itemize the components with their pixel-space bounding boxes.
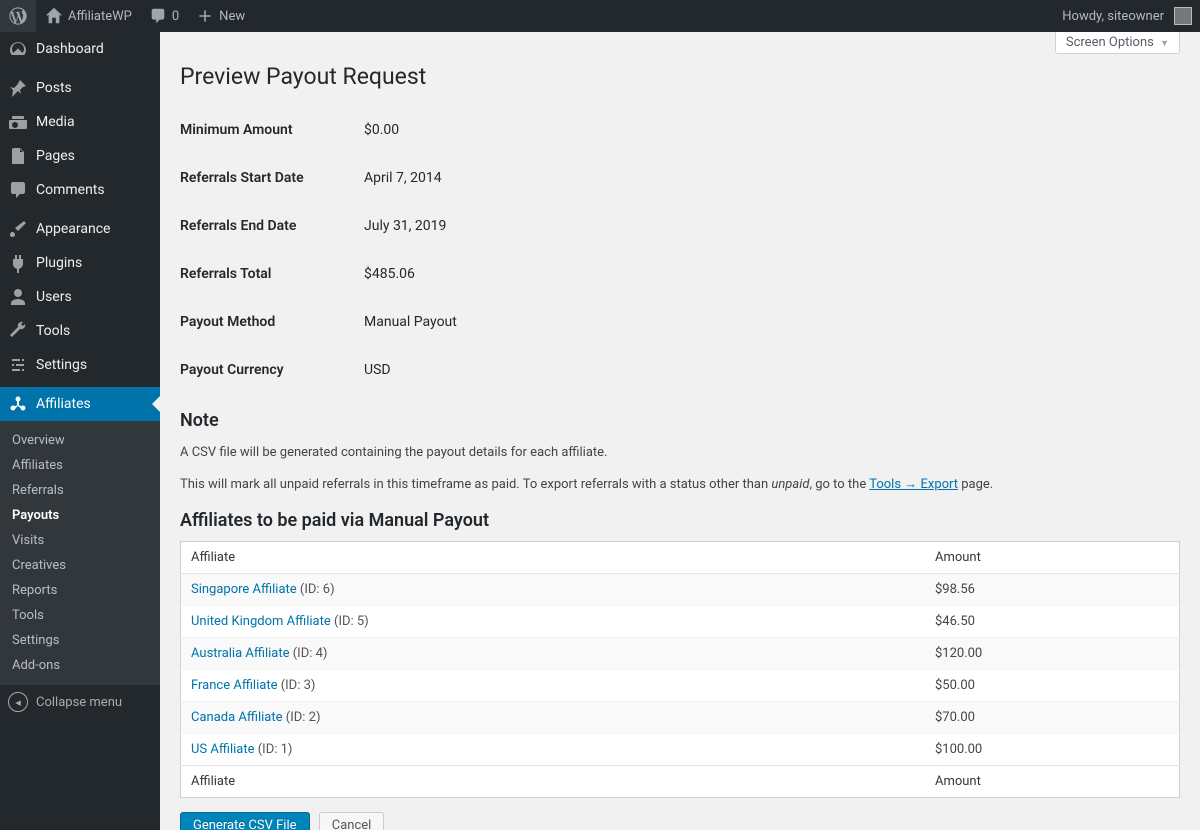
- note-line-1: A CSV file will be generated containing …: [180, 443, 1180, 463]
- screen-options-toggle[interactable]: Screen Options ▼: [1055, 32, 1180, 54]
- cancel-button[interactable]: Cancel: [319, 812, 385, 830]
- toolbar-greeting: Howdy, siteowner: [1062, 9, 1164, 24]
- wordpress-icon: [8, 6, 28, 26]
- submenu-overview[interactable]: Overview: [0, 428, 160, 453]
- avatar: [1174, 7, 1192, 25]
- wordpress-logo[interactable]: [0, 0, 36, 32]
- toolbar-comments[interactable]: 0: [140, 0, 187, 32]
- page-title: Preview Payout Request: [180, 54, 1180, 106]
- affiliate-link[interactable]: Australia Affiliate: [191, 646, 290, 661]
- menu-users[interactable]: Users: [0, 280, 160, 314]
- wrench-icon: [8, 321, 28, 341]
- detail-min-amount: Minimum Amount $0.00: [180, 122, 1180, 138]
- affiliate-link[interactable]: Canada Affiliate: [191, 710, 283, 725]
- affiliate-id: (ID: 1): [255, 742, 293, 757]
- toolbar-account[interactable]: Howdy, siteowner: [1054, 0, 1200, 32]
- menu-appearance[interactable]: Appearance: [0, 212, 160, 246]
- menu-dashboard[interactable]: Dashboard: [0, 32, 160, 66]
- home-icon: [44, 6, 64, 26]
- col-affiliate: Affiliate: [181, 542, 925, 574]
- user-icon: [8, 287, 28, 307]
- sliders-icon: [8, 355, 28, 375]
- submenu-reports[interactable]: Reports: [0, 578, 160, 603]
- collapse-menu[interactable]: ◂ Collapse menu: [0, 685, 160, 719]
- amount-cell: $50.00: [925, 670, 1180, 702]
- tools-export-link[interactable]: Tools → Export: [869, 477, 958, 492]
- submenu-addons[interactable]: Add-ons: [0, 653, 160, 678]
- affiliate-link[interactable]: France Affiliate: [191, 678, 277, 693]
- media-icon: [8, 112, 28, 132]
- plugin-icon: [8, 253, 28, 273]
- foot-amount: Amount: [925, 766, 1180, 798]
- submenu-settings[interactable]: Settings: [0, 628, 160, 653]
- table-row: France Affiliate (ID: 3) $50.00: [181, 670, 1180, 702]
- menu-comments[interactable]: Comments: [0, 173, 160, 207]
- submenu-visits[interactable]: Visits: [0, 528, 160, 553]
- page-icon: [8, 146, 28, 166]
- toolbar-new-label: New: [219, 9, 245, 24]
- generate-csv-button[interactable]: Generate CSV File: [180, 812, 310, 830]
- amount-cell: $120.00: [925, 638, 1180, 670]
- affiliate-link[interactable]: Singapore Affiliate: [191, 582, 297, 597]
- affiliates-heading: Affiliates to be paid via Manual Payout: [180, 510, 1180, 531]
- submenu-tools[interactable]: Tools: [0, 603, 160, 628]
- toolbar-site-name[interactable]: AffiliateWP: [36, 0, 140, 32]
- amount-cell: $98.56: [925, 574, 1180, 606]
- menu-settings[interactable]: Settings: [0, 348, 160, 382]
- dashboard-icon: [8, 39, 28, 59]
- amount-cell: $100.00: [925, 734, 1180, 766]
- affiliate-id: (ID: 4): [290, 646, 328, 661]
- affiliate-link[interactable]: United Kingdom Affiliate: [191, 614, 331, 629]
- menu-affiliates[interactable]: Affiliates: [0, 387, 160, 421]
- note-heading: Note: [180, 410, 1180, 431]
- affiliate-id: (ID: 3): [277, 678, 315, 693]
- affiliate-id: (ID: 5): [331, 614, 369, 629]
- toolbar-site-name-label: AffiliateWP: [68, 9, 132, 24]
- table-row: Singapore Affiliate (ID: 6) $98.56: [181, 574, 1180, 606]
- col-amount: Amount: [925, 542, 1180, 574]
- affiliates-table: Affiliate Amount Singapore Affiliate (ID…: [180, 541, 1180, 798]
- toolbar-comments-count: 0: [172, 9, 179, 24]
- table-row: Canada Affiliate (ID: 2) $70.00: [181, 702, 1180, 734]
- submenu-creatives[interactable]: Creatives: [0, 553, 160, 578]
- detail-end-date: Referrals End Date July 31, 2019: [180, 218, 1180, 234]
- detail-method: Payout Method Manual Payout: [180, 314, 1180, 330]
- menu-pages[interactable]: Pages: [0, 139, 160, 173]
- dropdown-icon: ▼: [1160, 39, 1169, 49]
- detail-total: Referrals Total $485.06: [180, 266, 1180, 282]
- menu-posts[interactable]: Posts: [0, 71, 160, 105]
- table-row: Australia Affiliate (ID: 4) $120.00: [181, 638, 1180, 670]
- pin-icon: [8, 78, 28, 98]
- affiliate-id: (ID: 6): [297, 582, 335, 597]
- menu-tools[interactable]: Tools: [0, 314, 160, 348]
- menu-media[interactable]: Media: [0, 105, 160, 139]
- submenu-payouts[interactable]: Payouts: [0, 503, 160, 528]
- comments-icon: [8, 180, 28, 200]
- submenu-affiliates[interactable]: Affiliates: [0, 453, 160, 478]
- note-line-2: This will mark all unpaid referrals in t…: [180, 475, 1180, 495]
- affiliate-link[interactable]: US Affiliate: [191, 742, 255, 757]
- content-area: Screen Options ▼ Preview Payout Request …: [160, 32, 1200, 830]
- collapse-icon: ◂: [8, 692, 28, 712]
- foot-affiliate: Affiliate: [181, 766, 925, 798]
- table-row: US Affiliate (ID: 1) $100.00: [181, 734, 1180, 766]
- submenu-referrals[interactable]: Referrals: [0, 478, 160, 503]
- amount-cell: $46.50: [925, 606, 1180, 638]
- comment-icon: [148, 6, 168, 26]
- plus-icon: [195, 6, 215, 26]
- amount-cell: $70.00: [925, 702, 1180, 734]
- detail-currency: Payout Currency USD: [180, 362, 1180, 378]
- admin-menu: Dashboard Posts Media Pages Comments App…: [0, 32, 160, 830]
- menu-plugins[interactable]: Plugins: [0, 246, 160, 280]
- brush-icon: [8, 219, 28, 239]
- toolbar-new[interactable]: New: [187, 0, 253, 32]
- affiliate-id: (ID: 2): [283, 710, 321, 725]
- submenu-affiliates: Overview Affiliates Referrals Payouts Vi…: [0, 421, 160, 685]
- admin-toolbar: AffiliateWP 0 New Howdy, siteowner: [0, 0, 1200, 32]
- detail-start-date: Referrals Start Date April 7, 2014: [180, 170, 1180, 186]
- affiliates-icon: [8, 394, 28, 414]
- table-row: United Kingdom Affiliate (ID: 5) $46.50: [181, 606, 1180, 638]
